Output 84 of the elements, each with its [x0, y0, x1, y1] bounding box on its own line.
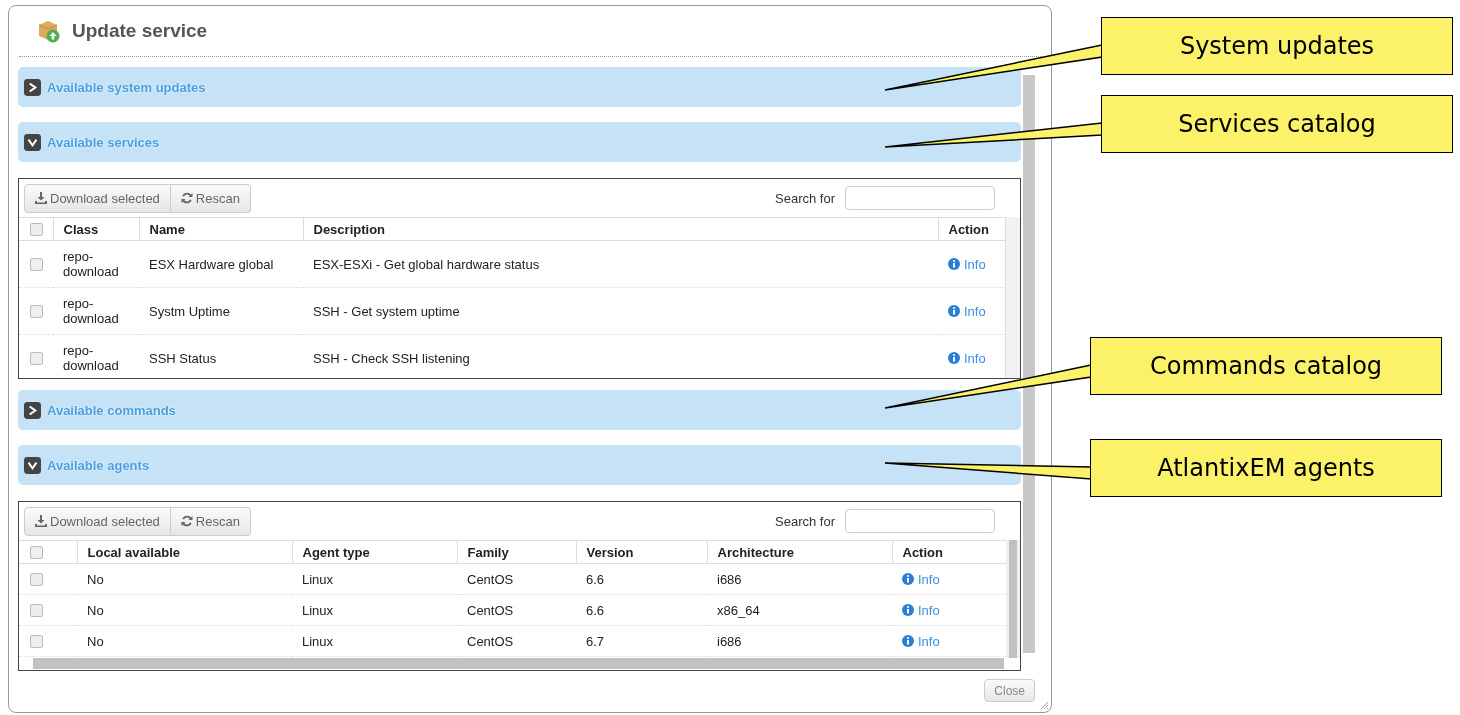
row-checkbox[interactable] — [30, 603, 43, 617]
info-link[interactable]: Info — [948, 303, 986, 319]
table-cell: repo-download — [63, 343, 119, 373]
info-icon — [902, 635, 914, 647]
download-icon — [35, 192, 47, 204]
info-icon — [902, 604, 914, 616]
search-label: Search for — [775, 190, 835, 206]
table-cell: repo-download — [63, 296, 119, 326]
refresh-icon — [180, 515, 193, 527]
table-cell: SSH Status — [149, 350, 217, 366]
row-checkbox[interactable] — [30, 634, 43, 648]
table-cell: SSH - Check SSH listening — [313, 350, 470, 366]
column-header: Local available — [77, 540, 292, 564]
row-checkbox[interactable] — [30, 351, 43, 365]
scrollbar[interactable] — [33, 658, 1004, 669]
table-cell: CentOS — [467, 633, 514, 649]
row-checkbox[interactable] — [30, 572, 43, 586]
table-cell: ESX Hardware global — [149, 256, 274, 272]
table-cell: Linux — [302, 571, 334, 587]
table-cell: ESX-ESXi - Get global hardware status — [313, 256, 540, 272]
section-header[interactable]: Available services — [18, 122, 1021, 162]
download-button[interactable]: Download selected — [24, 506, 171, 536]
search-field[interactable] — [845, 509, 995, 533]
row-checkbox[interactable] — [30, 257, 43, 271]
chevron-right-icon[interactable] — [24, 401, 41, 419]
search-label: Search for — [775, 513, 835, 529]
column-header: Name — [139, 217, 303, 241]
info-link[interactable]: Info — [902, 602, 940, 618]
table-cell: 6.6 — [586, 602, 605, 618]
column-header: Version — [576, 540, 707, 564]
table-cell: CentOS — [467, 571, 514, 587]
info-link[interactable]: Info — [902, 633, 940, 649]
info-link[interactable]: Info — [902, 571, 940, 587]
scrollbar[interactable] — [1006, 540, 1020, 658]
table-cell: 6.7 — [586, 633, 605, 649]
row-checkbox[interactable] — [30, 304, 43, 318]
column-header: Agent type — [292, 540, 457, 564]
table-cell: Linux — [302, 602, 334, 618]
column-header: Family — [457, 540, 576, 564]
table-cell: Linux — [302, 633, 334, 649]
refresh-icon — [180, 192, 193, 204]
chevron-down-icon[interactable] — [24, 456, 41, 474]
table-cell: Systm Uptime — [149, 303, 230, 319]
table-cell: No — [87, 633, 104, 649]
table-cell: No — [87, 571, 104, 587]
info-icon — [902, 573, 914, 585]
rescan-button[interactable]: Rescan — [170, 183, 251, 213]
info-icon — [948, 258, 960, 270]
column-header: Class — [53, 217, 139, 241]
column-header: Action — [892, 540, 1006, 564]
rescan-button[interactable]: Rescan — [170, 506, 251, 536]
section-header[interactable]: Available commands — [18, 390, 1021, 430]
chevron-down-icon[interactable] — [24, 133, 41, 151]
table-cell: 6.6 — [586, 571, 605, 587]
info-icon — [948, 352, 960, 364]
close-button[interactable]: Close — [984, 679, 1035, 702]
info-link[interactable]: Info — [948, 256, 986, 272]
section-header[interactable]: Available system updates — [18, 67, 1021, 107]
download-icon — [35, 515, 47, 527]
table-cell: x86_64 — [717, 602, 760, 618]
column-header: Architecture — [707, 540, 892, 564]
section-header[interactable]: Available agents — [18, 445, 1021, 485]
column-header: Description — [303, 217, 938, 241]
table-cell: i686 — [717, 571, 742, 587]
scrollbar[interactable] — [1005, 217, 1020, 378]
window-title: Update service — [72, 20, 208, 42]
callout-box: System updates — [1101, 17, 1453, 75]
table-cell: CentOS — [467, 602, 514, 618]
select-all-checkbox[interactable] — [30, 222, 43, 236]
table-cell: SSH - Get system uptime — [313, 303, 460, 319]
search-field[interactable] — [845, 186, 995, 210]
scrollbar[interactable] — [1023, 75, 1035, 653]
callout-box: Services catalog — [1101, 95, 1453, 153]
info-link[interactable]: Info — [948, 350, 986, 366]
resize-grip-icon[interactable] — [1039, 700, 1049, 710]
info-icon — [948, 305, 960, 317]
table-cell: No — [87, 602, 104, 618]
table-cell: repo-download — [63, 249, 119, 279]
download-button[interactable]: Download selected — [24, 183, 171, 213]
table-cell: i686 — [717, 633, 742, 649]
callout-box: AtlantixEM agents — [1090, 439, 1442, 497]
chevron-right-icon[interactable] — [24, 78, 41, 96]
package-upload-icon — [37, 19, 61, 43]
select-all-checkbox[interactable] — [30, 545, 43, 559]
